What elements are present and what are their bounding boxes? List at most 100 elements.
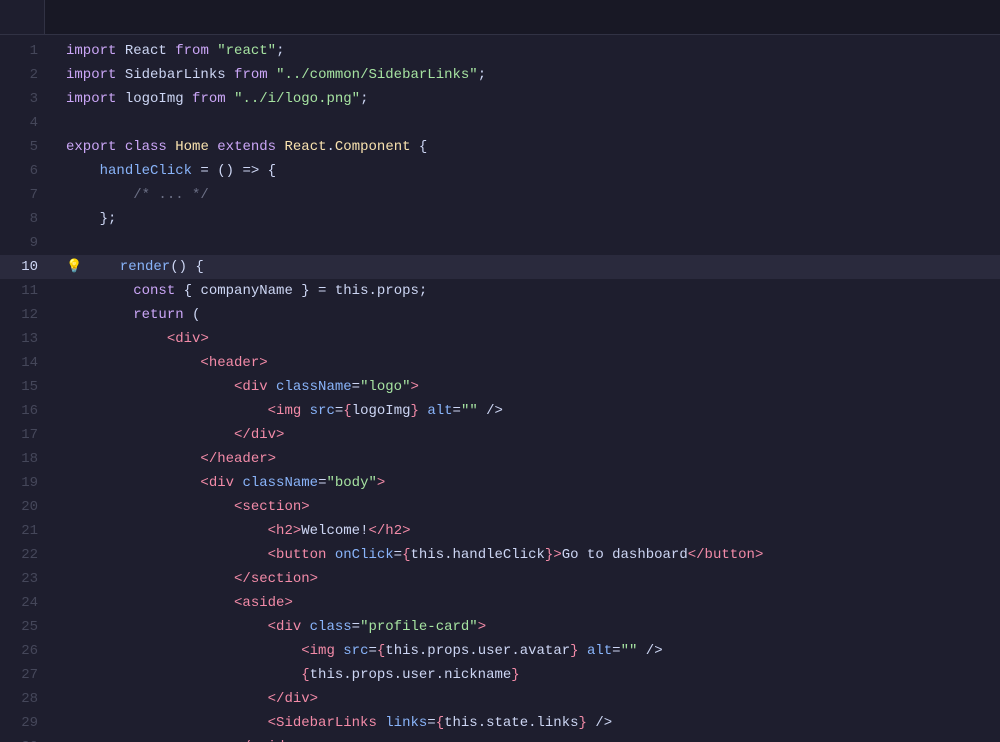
token-plain: this bbox=[335, 279, 369, 303]
code-line: <header> bbox=[50, 351, 1000, 375]
token-plain bbox=[66, 543, 268, 567]
code-line: <section> bbox=[50, 495, 1000, 519]
token-fn: handleClick bbox=[100, 159, 192, 183]
token-tag: > bbox=[259, 351, 267, 375]
code-line: <img src={logoImg} alt="" /> bbox=[50, 399, 1000, 423]
token-plain bbox=[226, 87, 234, 111]
token-fn: render bbox=[120, 255, 170, 279]
token-plain bbox=[66, 159, 100, 183]
token-tag: > bbox=[276, 423, 284, 447]
token-plain: logoImg bbox=[116, 87, 192, 111]
line-number: 23 bbox=[0, 567, 50, 591]
token-tag: </aside bbox=[234, 735, 293, 742]
token-plain bbox=[116, 135, 124, 159]
line-number: 27 bbox=[0, 663, 50, 687]
token-plain: = bbox=[318, 471, 326, 495]
token-plain: /> bbox=[587, 711, 612, 735]
token-tag: <img bbox=[301, 639, 335, 663]
line-number: 6 bbox=[0, 159, 50, 183]
token-plain bbox=[66, 735, 234, 742]
line-number: 28 bbox=[0, 687, 50, 711]
token-kw: import bbox=[66, 39, 116, 63]
token-plain: = bbox=[612, 639, 620, 663]
line-number: 19 bbox=[0, 471, 50, 495]
token-tag: <h2 bbox=[268, 519, 293, 543]
token-tag: <header bbox=[200, 351, 259, 375]
token-plain: }; bbox=[100, 207, 117, 231]
token-tag: <div bbox=[167, 327, 201, 351]
token-attr: src bbox=[310, 399, 335, 423]
code-line: 💡 render() { bbox=[50, 255, 1000, 279]
code-line: <button onClick={this.handleClick}>Go to… bbox=[50, 543, 1000, 567]
token-plain bbox=[167, 135, 175, 159]
token-plain bbox=[234, 471, 242, 495]
line-number: 24 bbox=[0, 591, 50, 615]
code-line: <SidebarLinks links={this.state.links} /… bbox=[50, 711, 1000, 735]
code-line: const { companyName } = this.props; bbox=[50, 279, 1000, 303]
code-content[interactable]: import React from "react";import Sidebar… bbox=[50, 35, 1000, 742]
token-tag: > bbox=[293, 735, 301, 742]
token-attr: className bbox=[276, 375, 352, 399]
token-tag: > bbox=[310, 687, 318, 711]
token-plain: this.handleClick bbox=[410, 543, 544, 567]
token-plain bbox=[301, 399, 309, 423]
token-plain bbox=[66, 327, 167, 351]
code-line bbox=[50, 111, 1000, 135]
line-number: 15 bbox=[0, 375, 50, 399]
code-line: import logoImg from "../i/logo.png"; bbox=[50, 87, 1000, 111]
code-line: <img src={this.props.user.avatar} alt=""… bbox=[50, 639, 1000, 663]
lightbulb-icon[interactable]: 💡 bbox=[66, 255, 82, 279]
token-tag: > bbox=[268, 447, 276, 471]
token-str: "../i/logo.png" bbox=[234, 87, 360, 111]
tab-bar bbox=[0, 0, 1000, 35]
token-tag: </button bbox=[688, 543, 755, 567]
token-tag: <div bbox=[234, 375, 268, 399]
token-plain bbox=[66, 447, 200, 471]
token-tag: </div bbox=[234, 423, 276, 447]
token-attr: alt bbox=[587, 639, 612, 663]
token-attr: alt bbox=[427, 399, 452, 423]
token-plain: ( bbox=[184, 303, 201, 327]
token-class-name: React bbox=[284, 135, 326, 159]
code-line: </aside> bbox=[50, 735, 1000, 742]
token-plain: = bbox=[453, 399, 461, 423]
token-plain bbox=[66, 567, 234, 591]
code-line: export class Home extends React.Componen… bbox=[50, 135, 1000, 159]
line-number: 1 bbox=[0, 39, 50, 63]
line-number: 4 bbox=[0, 111, 50, 135]
token-plain: { companyName } = bbox=[175, 279, 335, 303]
code-line: import React from "react"; bbox=[50, 39, 1000, 63]
code-line: import SidebarLinks from "../common/Side… bbox=[50, 63, 1000, 87]
token-plain bbox=[66, 375, 234, 399]
token-tag: > bbox=[293, 519, 301, 543]
token-plain bbox=[66, 495, 234, 519]
token-tag: > bbox=[310, 567, 318, 591]
token-plain: = bbox=[335, 399, 343, 423]
token-kw: return bbox=[133, 303, 183, 327]
token-str: "logo" bbox=[360, 375, 410, 399]
token-kw: import bbox=[66, 87, 116, 111]
token-plain: = bbox=[352, 615, 360, 639]
token-tag: > bbox=[284, 591, 292, 615]
file-tab[interactable] bbox=[0, 0, 45, 34]
token-plain bbox=[66, 591, 234, 615]
token-brace: } bbox=[579, 711, 587, 735]
line-number: 14 bbox=[0, 351, 50, 375]
token-str: "" bbox=[461, 399, 478, 423]
token-plain bbox=[209, 39, 217, 63]
token-plain bbox=[66, 207, 100, 231]
token-plain: Go to dashboard bbox=[562, 543, 688, 567]
token-tag: </div bbox=[268, 687, 310, 711]
code-area: 1234567891011121314151617181920212223242… bbox=[0, 35, 1000, 742]
token-plain: { bbox=[411, 135, 428, 159]
token-attr: onClick bbox=[335, 543, 394, 567]
token-tag: </section bbox=[234, 567, 310, 591]
token-str: "../common/SidebarLinks" bbox=[276, 63, 478, 87]
token-plain: = bbox=[427, 711, 435, 735]
token-plain bbox=[276, 135, 284, 159]
token-brace: { bbox=[377, 639, 385, 663]
code-line: <div class="profile-card"> bbox=[50, 615, 1000, 639]
code-line: </header> bbox=[50, 447, 1000, 471]
token-brace: { bbox=[402, 543, 410, 567]
token-plain: this.props.user.avatar bbox=[385, 639, 570, 663]
